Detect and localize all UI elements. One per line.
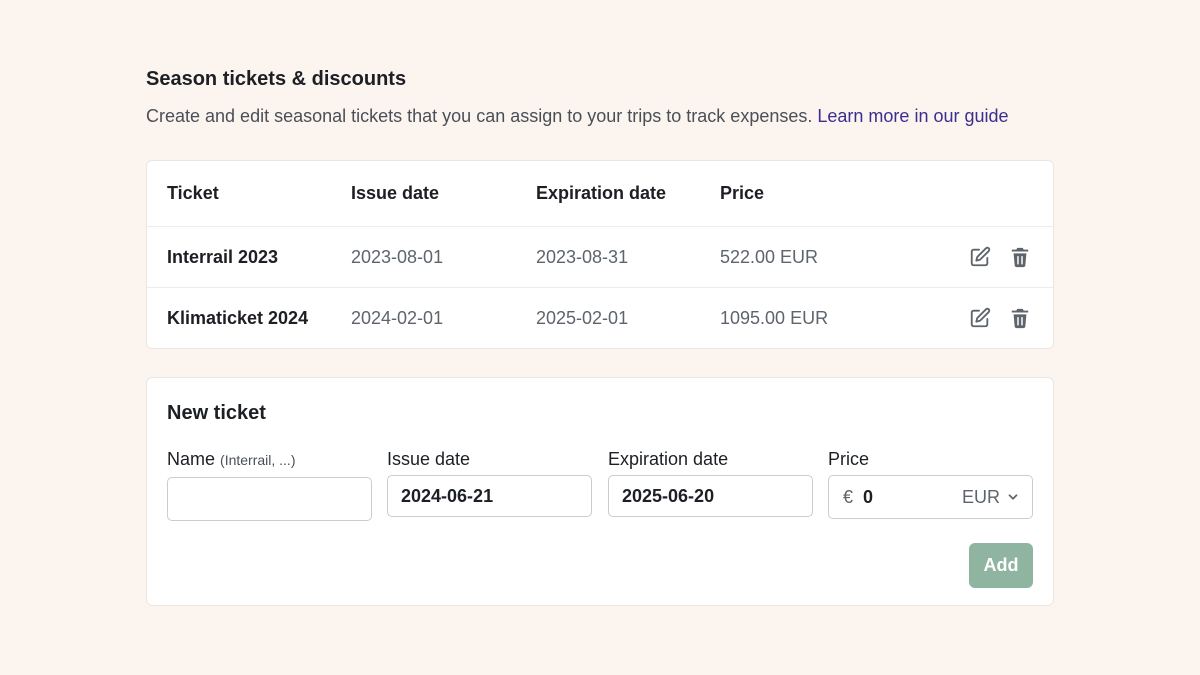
name-field-group: Name (Interrail, ...) <box>167 447 372 521</box>
expiration-date-input[interactable] <box>608 475 813 517</box>
description-text: Create and edit seasonal tickets that yo… <box>146 106 813 126</box>
edit-icon[interactable] <box>969 246 991 268</box>
header-price: Price <box>720 183 765 203</box>
form-title: New ticket <box>167 402 266 424</box>
issue-date-field-group: Issue date <box>387 447 592 517</box>
price-label: Price <box>828 449 870 469</box>
price-field-group: Price € 0 EUR <box>828 447 1033 519</box>
trash-icon[interactable] <box>1009 246 1031 268</box>
new-ticket-form: New ticket Name (Interrail, ...) Issue d… <box>146 377 1054 606</box>
expiration-date: 2023-08-31 <box>536 246 629 267</box>
name-hint: (Interrail, ...) <box>220 452 296 468</box>
issue-date-input[interactable] <box>387 475 592 517</box>
header-expiration-date: Expiration date <box>536 183 667 203</box>
header-ticket: Ticket <box>167 183 219 203</box>
row-actions <box>969 246 1031 268</box>
name-input[interactable] <box>167 477 372 521</box>
expiration-date-field-group: Expiration date <box>608 447 813 517</box>
price-input-group: € 0 EUR <box>828 475 1033 519</box>
issue-date-label: Issue date <box>387 449 471 469</box>
name-label: Name (Interrail, ...) <box>167 447 372 471</box>
expiration-date: 2025-02-01 <box>536 307 629 328</box>
ticket-name: Interrail 2023 <box>167 246 279 267</box>
page-title: Season tickets & discounts <box>146 68 407 90</box>
edit-icon[interactable] <box>969 307 991 329</box>
trash-icon[interactable] <box>1009 307 1031 329</box>
header-issue-date: Issue date <box>351 183 440 203</box>
guide-link[interactable]: Learn more in our guide <box>817 106 1008 126</box>
add-button[interactable]: Add <box>969 543 1033 588</box>
euro-icon: € <box>843 486 854 507</box>
currency-select[interactable]: EUR <box>962 487 1020 508</box>
chevron-down-icon <box>1008 494 1018 500</box>
section-description: Create and edit seasonal tickets that yo… <box>146 104 1054 128</box>
table-row: Interrail 2023 2023-08-01 2023-08-31 522… <box>147 226 1053 287</box>
ticket-name: Klimaticket 2024 <box>167 307 309 328</box>
name-label-text: Name <box>167 449 216 469</box>
expiration-date-label: Expiration date <box>608 449 729 469</box>
table-row: Klimaticket 2024 2024-02-01 2025-02-01 1… <box>147 287 1053 348</box>
currency-value: EUR <box>961 486 1000 507</box>
row-actions <box>969 307 1031 329</box>
tickets-table: Ticket Issue date Expiration date Price … <box>146 160 1054 349</box>
page: Season tickets & discounts Create and ed… <box>146 66 1054 606</box>
issue-date: 2023-08-01 <box>351 246 444 267</box>
ticket-price: 522.00 EUR <box>720 246 819 267</box>
price-input[interactable]: 0 <box>863 487 923 508</box>
issue-date: 2024-02-01 <box>351 307 444 328</box>
ticket-price: 1095.00 EUR <box>720 307 829 328</box>
table-header: Ticket Issue date Expiration date Price <box>147 161 1053 226</box>
